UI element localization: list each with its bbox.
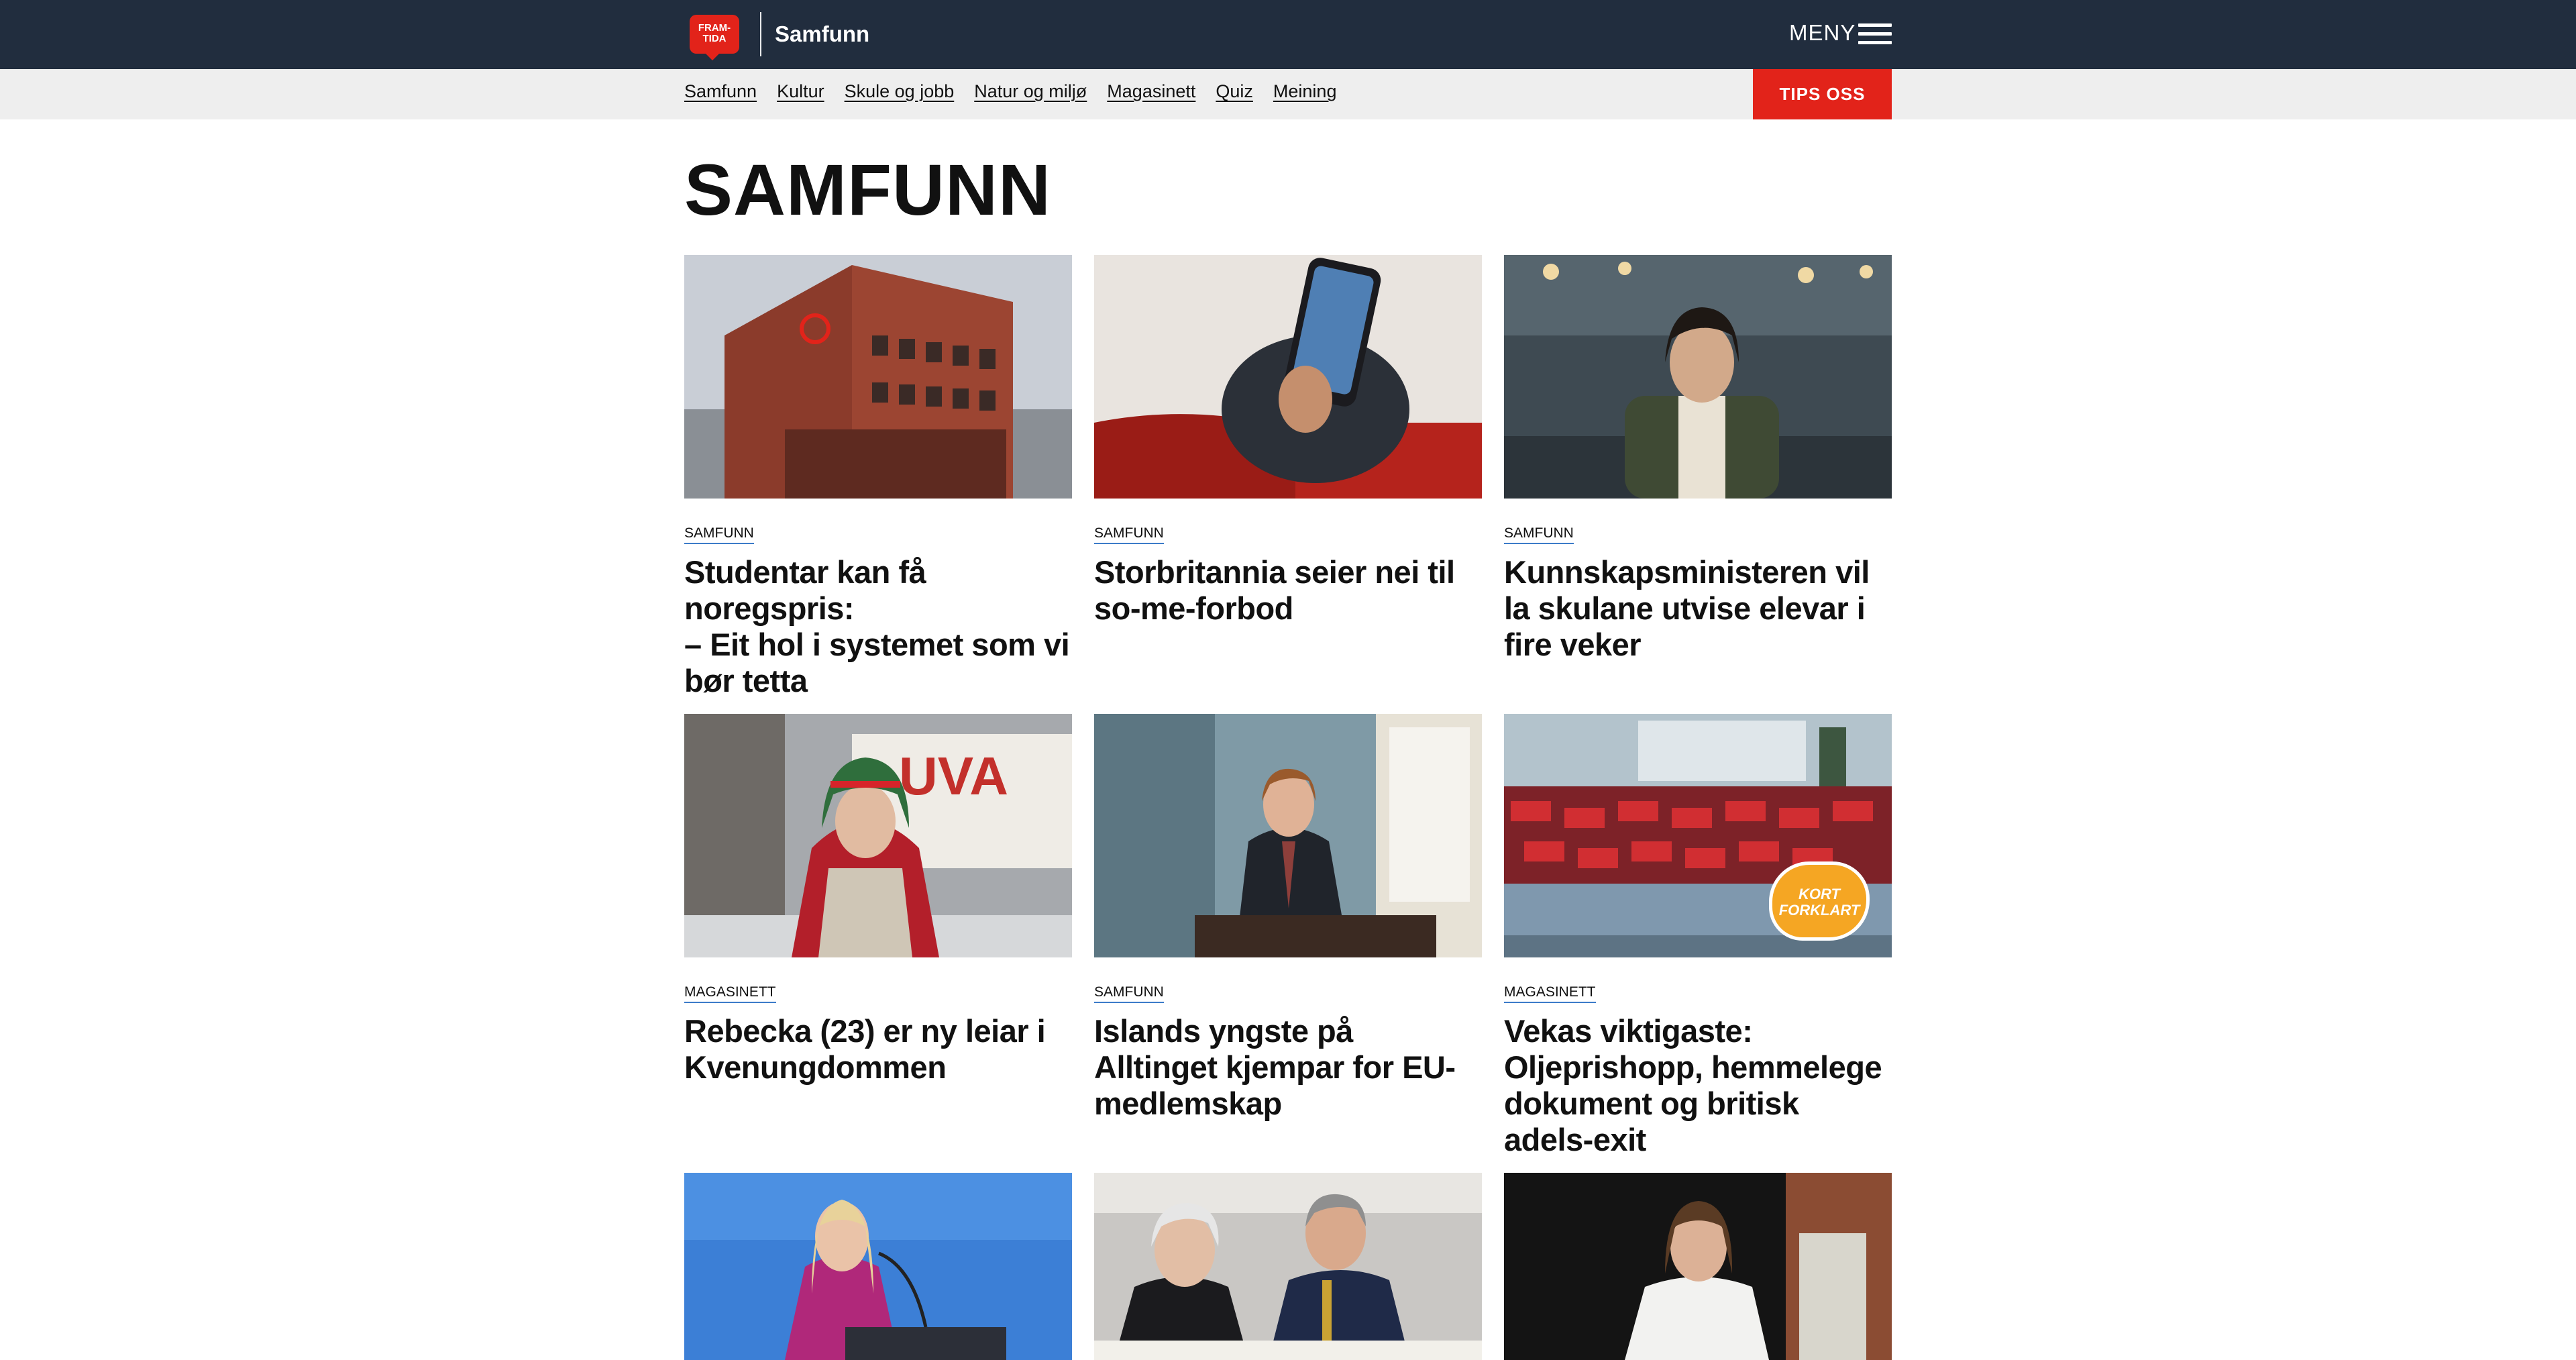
nav-link-magasinett[interactable]: Magasinett — [1107, 81, 1195, 102]
article-headline[interactable]: Vekas viktigaste: Oljeprishopp, hemmeleg… — [1504, 1013, 1892, 1158]
page-title: SAMFUNN — [684, 149, 1051, 230]
article-kicker[interactable]: MAGASINETT — [1504, 984, 1596, 1003]
nav-link-meining[interactable]: Meining — [1273, 81, 1337, 102]
article-headline[interactable]: Islands yngste på Alltinget kjempar for … — [1094, 1013, 1482, 1122]
section-name[interactable]: Samfunn — [775, 21, 869, 47]
nav-link-quiz[interactable]: Quiz — [1216, 81, 1253, 102]
menu-label[interactable]: MENY — [1789, 20, 1856, 46]
woman-portrait-photo[interactable] — [1504, 1173, 1892, 1360]
article-headline[interactable]: Kunnskapsministeren vil la skulane utvis… — [1504, 554, 1892, 663]
tips-oss-button[interactable]: TIPS OSS — [1753, 69, 1892, 119]
article-kicker[interactable]: MAGASINETT — [684, 984, 776, 1003]
svg-text:UVA: UVA — [899, 746, 1008, 806]
framtida-logo[interactable]: FRAM- TIDA — [690, 15, 739, 60]
section-nav: Samfunn Kultur Skule og jobb Natur og mi… — [0, 69, 2576, 119]
woman-in-headscarf-photo[interactable]: UVA — [684, 714, 1072, 957]
minister-portrait-photo[interactable] — [1504, 255, 1892, 499]
article-headline[interactable]: Storbritannia seier nei til so-me-forbod — [1094, 554, 1482, 627]
article-kicker[interactable]: SAMFUNN — [684, 525, 754, 544]
man-at-podium-photo[interactable] — [1094, 714, 1482, 957]
article-kicker[interactable]: SAMFUNN — [1094, 525, 1164, 544]
kort-forklart-badge: KORT FORKLART — [1769, 861, 1870, 941]
article-headline[interactable]: Rebecka (23) er ny leiar i Kvenungdommen — [684, 1013, 1072, 1086]
speaker-at-podium-photo[interactable] — [684, 1173, 1072, 1360]
top-bar: FRAM- TIDA Samfunn MENY — [0, 0, 2576, 69]
nav-link-samfunn[interactable]: Samfunn — [684, 81, 757, 102]
hamburger-menu-icon[interactable] — [1858, 22, 1892, 46]
nav-link-kultur[interactable]: Kultur — [777, 81, 824, 102]
nav-link-skule-og-jobb[interactable]: Skule og jobb — [845, 81, 955, 102]
brick-building-photo[interactable] — [684, 255, 1072, 499]
article-headline[interactable]: Studentar kan få noregspris: – Eit hol i… — [684, 554, 1072, 699]
court-hearing-photo[interactable] — [1094, 1173, 1482, 1360]
news-collage-photo[interactable]: KORT FORKLART — [1504, 714, 1892, 957]
article-kicker[interactable]: SAMFUNN — [1504, 525, 1574, 544]
phone-in-hand-photo[interactable] — [1094, 255, 1482, 499]
nav-link-natur-og-miljo[interactable]: Natur og miljø — [974, 81, 1087, 102]
article-kicker[interactable]: SAMFUNN — [1094, 984, 1164, 1003]
logo-divider — [760, 12, 761, 56]
